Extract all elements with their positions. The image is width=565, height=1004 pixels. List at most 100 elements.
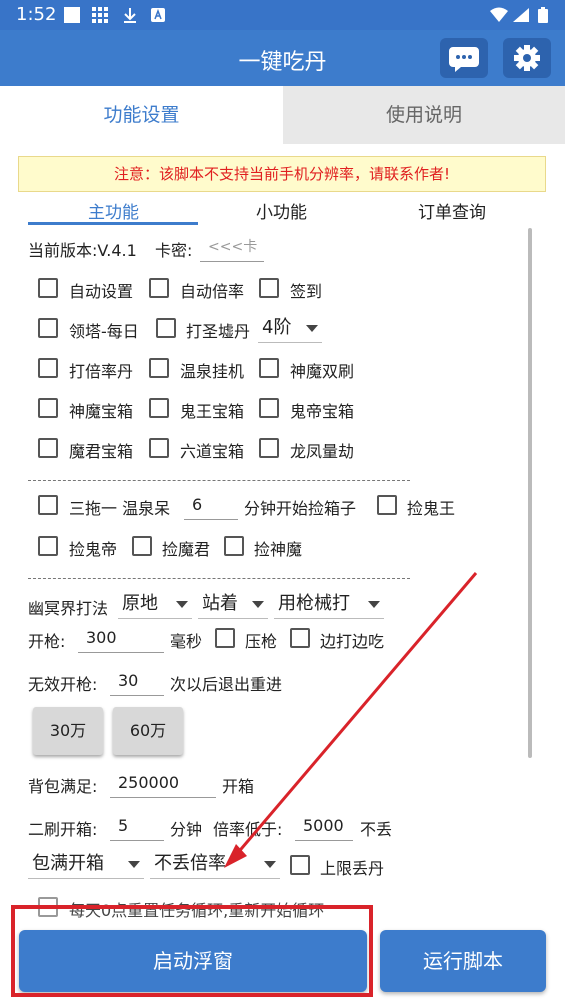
scrollbar[interactable] bbox=[528, 228, 532, 758]
status-bar: 1:52 bbox=[0, 0, 565, 30]
six-paths-box-label: 六道宝箱 bbox=[180, 442, 245, 461]
bag-after-label: 开箱 bbox=[222, 777, 255, 796]
key-label: 卡密: bbox=[155, 241, 193, 260]
select-value: 包满开箱 bbox=[32, 853, 104, 874]
invalid-fire-label: 无效开枪: bbox=[28, 675, 98, 694]
drop-rate-select[interactable]: 不丢倍率 bbox=[150, 849, 280, 879]
tower-daily-checkbox[interactable] bbox=[38, 318, 58, 338]
sign-in-label: 签到 bbox=[290, 282, 323, 301]
bag-input[interactable]: 250000 bbox=[110, 768, 216, 798]
ghost-emperor-box-checkbox[interactable] bbox=[259, 398, 279, 418]
pick-ghost-king-label: 捡鬼王 bbox=[407, 499, 456, 518]
fire-ms-input[interactable]: 300 bbox=[78, 623, 164, 653]
hot-spring-checkbox[interactable] bbox=[149, 358, 169, 378]
chat-bubble-icon bbox=[449, 47, 479, 72]
pick-god-demon-label: 捡神魔 bbox=[254, 540, 303, 559]
demon-double-checkbox[interactable] bbox=[259, 358, 279, 378]
saint-furnace-label: 打圣墟丹 bbox=[186, 322, 251, 341]
select-value: 用枪械打 bbox=[278, 593, 350, 614]
grid-icon bbox=[92, 7, 108, 23]
saint-furnace-checkbox[interactable] bbox=[156, 318, 176, 338]
tow-checkbox[interactable] bbox=[38, 495, 58, 515]
auto-rate-checkbox[interactable] bbox=[149, 278, 169, 298]
rate-pill-checkbox[interactable] bbox=[38, 358, 58, 378]
tab-settings[interactable]: 功能设置 bbox=[0, 86, 283, 144]
stage-select-value: 4阶 bbox=[262, 317, 292, 338]
second-min-unit: 分钟 bbox=[170, 820, 203, 839]
invalid-fire-input[interactable]: 30 bbox=[110, 666, 164, 696]
fire-label: 开枪: bbox=[28, 632, 66, 651]
tow-label: 三拖一 温泉呆 bbox=[69, 499, 171, 518]
tab-instructions[interactable]: 使用说明 bbox=[283, 86, 565, 144]
download-icon bbox=[122, 7, 138, 23]
select-value: 原地 bbox=[122, 593, 158, 614]
notification-icon bbox=[64, 7, 80, 23]
no-drop-label: 不丢 bbox=[360, 820, 393, 839]
second-minutes-input[interactable]: 5 bbox=[110, 811, 164, 841]
drop-mode-select[interactable]: 包满开箱 bbox=[28, 849, 144, 879]
preset-30w-button[interactable]: 30万 bbox=[33, 707, 103, 755]
chevron-down-icon bbox=[176, 601, 188, 608]
hot-spring-label: 温泉挂机 bbox=[180, 362, 245, 381]
subtab-main[interactable]: 主功能 bbox=[88, 198, 139, 223]
app-bar: 一键吃丹 bbox=[0, 30, 565, 86]
chat-button[interactable] bbox=[440, 38, 488, 78]
demon-double-label: 神魔双刷 bbox=[290, 362, 355, 381]
pick-ghost-king-checkbox[interactable] bbox=[377, 495, 397, 515]
app-notification-icon bbox=[150, 7, 166, 23]
limit-drop-label: 上限丢丹 bbox=[320, 859, 385, 878]
press-checkbox[interactable] bbox=[215, 628, 235, 648]
ghost-king-box-label: 鬼王宝箱 bbox=[180, 402, 245, 421]
pick-ghost-emperor-checkbox[interactable] bbox=[38, 536, 58, 556]
invalid-after-label: 次以后退出重进 bbox=[170, 675, 283, 694]
auto-settings-checkbox[interactable] bbox=[38, 278, 58, 298]
fire-eat-checkbox[interactable] bbox=[290, 628, 310, 648]
rate-below-input[interactable]: 5000 bbox=[295, 811, 353, 841]
annotation-highlight-box bbox=[11, 905, 373, 997]
subtab-orders[interactable]: 订单查询 bbox=[418, 198, 486, 223]
ghost-emperor-box-label: 鬼帝宝箱 bbox=[290, 402, 355, 421]
run-script-button[interactable]: 运行脚本 bbox=[380, 930, 546, 992]
wifi-icon bbox=[490, 7, 508, 23]
ghost-king-box-checkbox[interactable] bbox=[149, 398, 169, 418]
tow-after-label: 分钟开始捡箱子 bbox=[244, 499, 357, 518]
limit-drop-checkbox[interactable] bbox=[290, 855, 310, 875]
key-input[interactable]: <<<卡 bbox=[200, 232, 264, 262]
sign-in-checkbox[interactable] bbox=[259, 278, 279, 298]
pick-god-demon-checkbox[interactable] bbox=[224, 536, 244, 556]
pick-ghost-emperor-label: 捡鬼帝 bbox=[69, 540, 118, 559]
chevron-down-icon bbox=[128, 861, 140, 868]
demon-lord-box-checkbox[interactable] bbox=[38, 438, 58, 458]
netherworld-position-select[interactable]: 原地 bbox=[118, 589, 192, 619]
stage-select[interactable]: 4阶 bbox=[258, 313, 322, 343]
battery-icon bbox=[538, 7, 548, 23]
main-tabs: 功能设置 使用说明 bbox=[0, 86, 565, 144]
subtab-small[interactable]: 小功能 bbox=[256, 198, 307, 223]
dragon-phoenix-checkbox[interactable] bbox=[259, 438, 279, 458]
settings-button[interactable] bbox=[503, 38, 551, 78]
pick-demon-lord-label: 捡魔君 bbox=[162, 540, 211, 559]
bag-label: 背包满足: bbox=[28, 777, 98, 796]
demon-box-checkbox[interactable] bbox=[38, 398, 58, 418]
select-value: 不丢倍率 bbox=[154, 853, 226, 874]
six-paths-box-checkbox[interactable] bbox=[149, 438, 169, 458]
second-label: 二刷开箱: bbox=[28, 820, 98, 839]
netherworld-weapon-select[interactable]: 用枪械打 bbox=[274, 589, 384, 619]
signal-icon bbox=[512, 7, 530, 23]
preset-60w-button[interactable]: 60万 bbox=[113, 707, 183, 755]
auto-settings-label: 自动设置 bbox=[69, 282, 134, 301]
version-label: 当前版本:V.4.1 bbox=[28, 241, 137, 260]
pick-demon-lord-checkbox[interactable] bbox=[132, 536, 152, 556]
fire-eat-label: 边打边吃 bbox=[320, 632, 385, 651]
rate-below-label: 倍率低于: bbox=[213, 820, 283, 839]
chevron-down-icon bbox=[368, 601, 380, 608]
tower-daily-label: 领塔-每日 bbox=[69, 322, 139, 341]
gear-icon bbox=[514, 45, 540, 71]
select-value: 站着 bbox=[202, 593, 238, 614]
netherworld-stance-select[interactable]: 站着 bbox=[198, 589, 268, 619]
demon-lord-box-label: 魔君宝箱 bbox=[69, 442, 134, 461]
netherworld-label: 幽冥界打法 bbox=[28, 599, 109, 618]
divider bbox=[28, 578, 410, 579]
demon-box-label: 神魔宝箱 bbox=[69, 402, 134, 421]
tow-minutes-input[interactable]: 6 bbox=[184, 490, 238, 520]
